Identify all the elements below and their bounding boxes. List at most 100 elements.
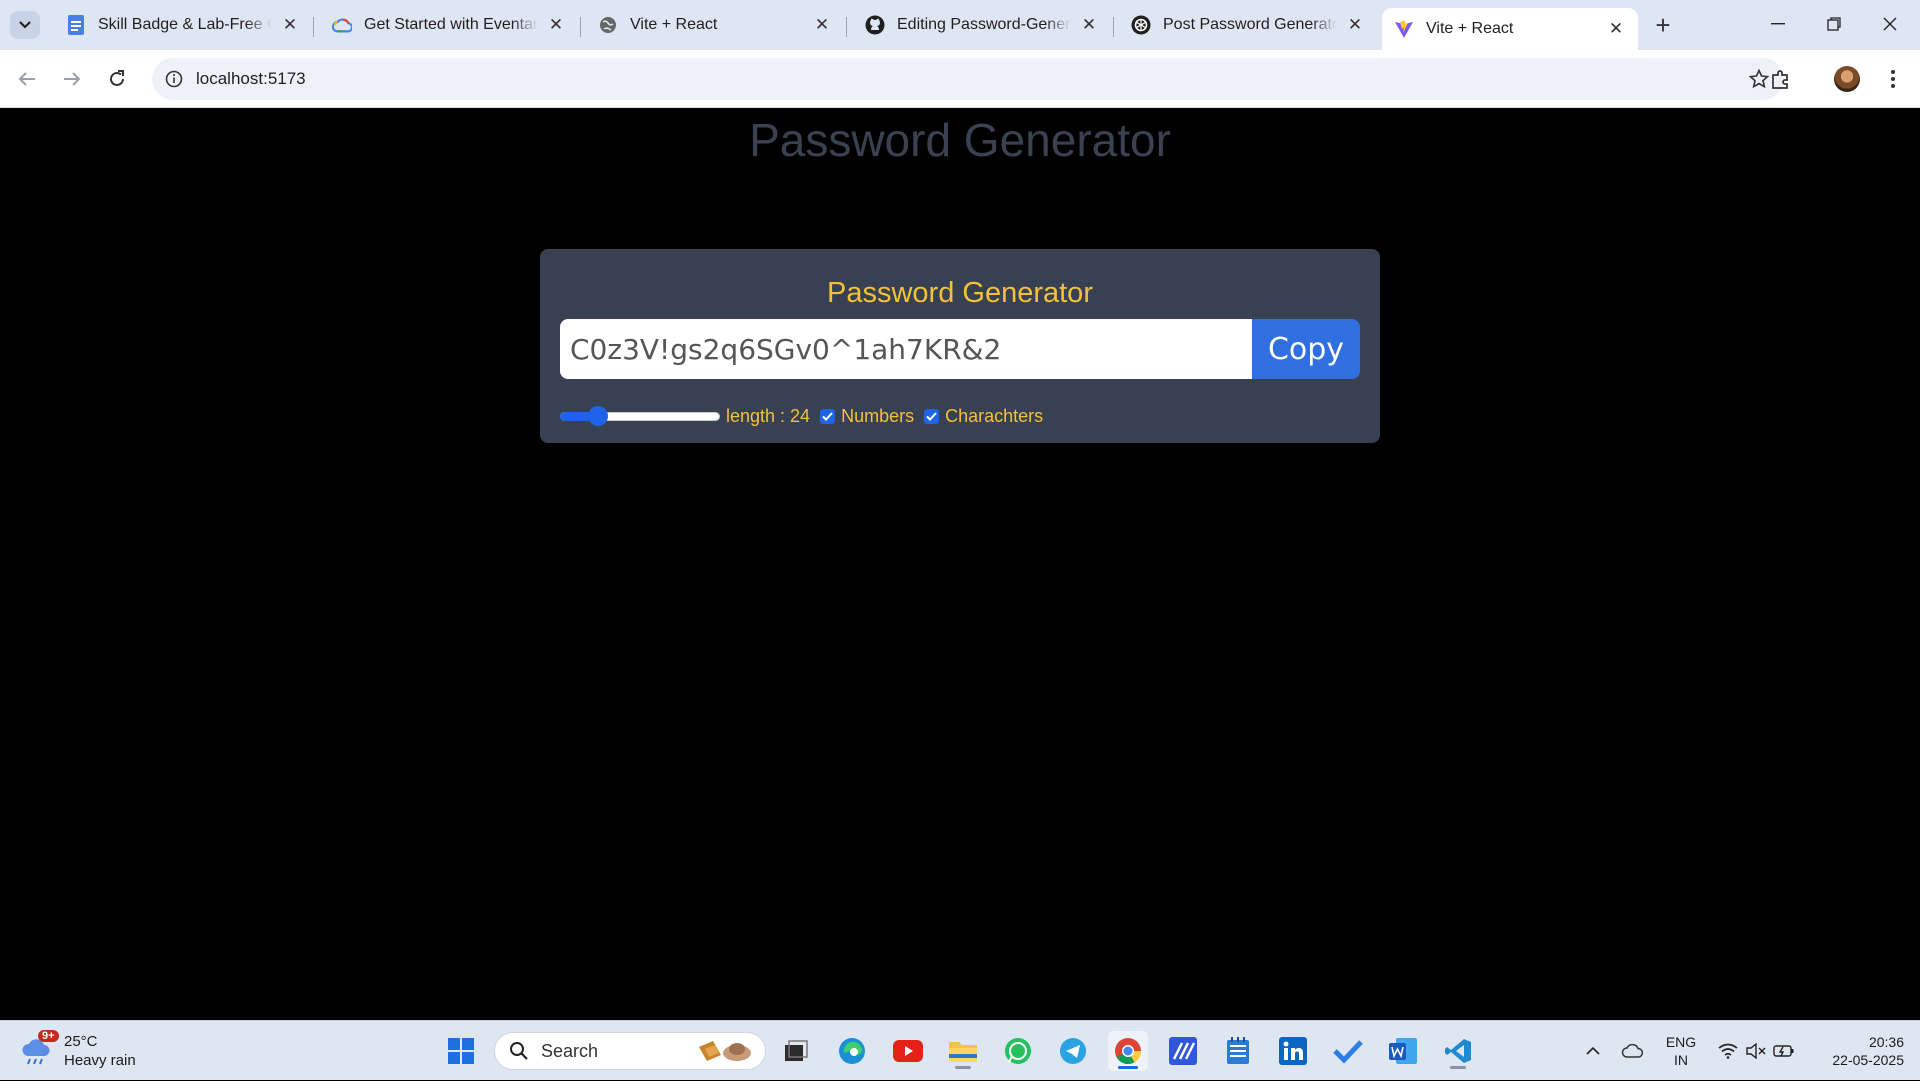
- length-label: length : 24: [726, 405, 811, 426]
- minimize-button[interactable]: [1750, 0, 1806, 48]
- chevron-down-icon: [19, 21, 31, 29]
- openai-icon: [1131, 15, 1151, 35]
- site-info-icon[interactable]: [162, 67, 186, 91]
- wifi-button[interactable]: [1714, 1021, 1742, 1081]
- edge-button[interactable]: [832, 1031, 872, 1071]
- arrow-right-icon: [64, 72, 81, 86]
- restore-button[interactable]: [1806, 0, 1862, 48]
- azure-data-studio-button[interactable]: [1163, 1031, 1203, 1071]
- language-line2: IN: [1674, 1052, 1688, 1068]
- file-explorer-button[interactable]: [943, 1031, 983, 1071]
- close-icon: [1883, 17, 1897, 31]
- characters-checkbox[interactable]: [924, 408, 940, 424]
- close-tab-icon[interactable]: ✕: [1345, 15, 1365, 35]
- start-button[interactable]: [441, 1031, 481, 1071]
- vscode-icon: [1445, 1039, 1471, 1063]
- tab-eventarc[interactable]: Get Started with Eventarc - ✕: [320, 8, 578, 42]
- globe-icon: [598, 15, 618, 35]
- taskbar-search[interactable]: Search: [494, 1032, 766, 1070]
- copy-button[interactable]: Copy: [1252, 319, 1360, 379]
- notepad-icon: [1227, 1037, 1249, 1064]
- tab-separator: [580, 17, 581, 37]
- url-text[interactable]: localhost:5173: [196, 69, 306, 89]
- linkedin-icon: [1279, 1037, 1307, 1065]
- kebab-menu-icon: [1891, 70, 1895, 88]
- clock[interactable]: 20:36 22-05-2025: [1808, 1021, 1908, 1081]
- tab-title: Vite + React: [1426, 20, 1514, 37]
- cloud-icon: [1621, 1043, 1644, 1058]
- chrome-button[interactable]: [1108, 1031, 1148, 1071]
- volume-muted-icon: [1746, 1043, 1766, 1059]
- browser-toolbar: localhost:5173: [0, 50, 1920, 108]
- tab-separator: [313, 17, 314, 37]
- reload-button[interactable]: [100, 62, 134, 96]
- close-tab-icon[interactable]: ✕: [1606, 19, 1626, 39]
- edge-icon: [839, 1038, 865, 1064]
- slider-thumb[interactable]: [588, 406, 608, 426]
- tab-post-password[interactable]: Post Password Generator P ✕: [1119, 8, 1377, 42]
- github-icon: [865, 15, 885, 35]
- close-tab-icon[interactable]: ✕: [1079, 15, 1099, 35]
- close-tab-icon[interactable]: ✕: [280, 15, 300, 35]
- whatsapp-button[interactable]: [998, 1031, 1038, 1071]
- tab-search-button[interactable]: [10, 11, 40, 39]
- onedrive-button[interactable]: [1618, 1021, 1648, 1081]
- running-indicator: [955, 1066, 971, 1069]
- page-viewport: Password Generator Password Generator Co…: [0, 109, 1920, 1020]
- youtube-button[interactable]: [888, 1031, 928, 1071]
- avatar[interactable]: [1834, 66, 1860, 92]
- tab-title: Vite + React: [630, 16, 718, 33]
- battery-button[interactable]: [1770, 1021, 1798, 1081]
- tab-vite-react-active[interactable]: Vite + React ✕: [1382, 8, 1638, 50]
- checkmark-icon: [926, 411, 937, 421]
- vscode-button[interactable]: [1438, 1031, 1478, 1071]
- close-window-button[interactable]: [1862, 0, 1918, 48]
- search-icon: [510, 1042, 528, 1060]
- tab-title: Skill Badge & Lab-Free Co: [98, 16, 272, 33]
- menu-button[interactable]: [1876, 62, 1910, 96]
- address-bar[interactable]: localhost:5173: [152, 58, 1784, 100]
- tab-vite-react[interactable]: Vite + React ✕: [586, 8, 844, 42]
- language-indicator[interactable]: ENG IN: [1656, 1021, 1706, 1081]
- notepad-button[interactable]: [1218, 1031, 1258, 1071]
- password-field[interactable]: [560, 319, 1252, 379]
- word-button[interactable]: [1383, 1031, 1423, 1071]
- tab-title: Post Password Generator P: [1163, 16, 1337, 33]
- telegram-button[interactable]: [1053, 1031, 1093, 1071]
- tab-separator: [1113, 17, 1114, 37]
- tab-strip: Skill Badge & Lab-Free Co ✕ Get Started …: [0, 0, 1920, 50]
- running-indicator: [1450, 1066, 1466, 1069]
- new-tab-button[interactable]: +: [1648, 10, 1678, 40]
- volume-button[interactable]: [1742, 1021, 1770, 1081]
- restore-icon: [1827, 17, 1841, 31]
- windows-logo-icon: [448, 1038, 474, 1064]
- battery-charging-icon: [1773, 1045, 1794, 1057]
- language-line1: ENG: [1665, 1034, 1697, 1050]
- close-tab-icon[interactable]: ✕: [546, 15, 566, 35]
- tab-skill-badge[interactable]: Skill Badge & Lab-Free Co ✕: [54, 8, 312, 42]
- folder-icon: [949, 1042, 977, 1062]
- clock-time: 20:36: [1868, 1034, 1904, 1050]
- reload-icon: [110, 70, 124, 86]
- weather-widget[interactable]: 9+ 25°C Heavy rain: [20, 1029, 136, 1073]
- numbers-label[interactable]: Numbers: [841, 406, 914, 427]
- password-generator-card: Password Generator Copy length : 24 Numb…: [540, 249, 1380, 443]
- windows-taskbar: 9+ 25°C Heavy rain Search ENG IN 20:36 2…: [0, 1020, 1920, 1080]
- forward-button[interactable]: [55, 62, 89, 96]
- arrow-left-icon: [18, 72, 35, 86]
- length-slider[interactable]: [560, 406, 720, 426]
- show-hidden-icons-button[interactable]: [1578, 1021, 1608, 1081]
- profile-button[interactable]: [1830, 62, 1864, 96]
- todo-button[interactable]: [1328, 1031, 1368, 1071]
- whatsapp-icon: [1005, 1038, 1031, 1064]
- characters-label[interactable]: Charachters: [945, 406, 1043, 427]
- linkedin-button[interactable]: [1273, 1031, 1313, 1071]
- numbers-checkbox[interactable]: [820, 408, 836, 424]
- back-button[interactable]: [10, 62, 44, 96]
- tab-title: Editing Password-Generato: [897, 16, 1071, 33]
- task-view-button[interactable]: [776, 1031, 816, 1071]
- close-tab-icon[interactable]: ✕: [812, 15, 832, 35]
- weather-badge: 9+: [38, 1030, 59, 1042]
- tab-github-editing[interactable]: Editing Password-Generato ✕: [853, 8, 1111, 42]
- extensions-button[interactable]: [1764, 62, 1798, 96]
